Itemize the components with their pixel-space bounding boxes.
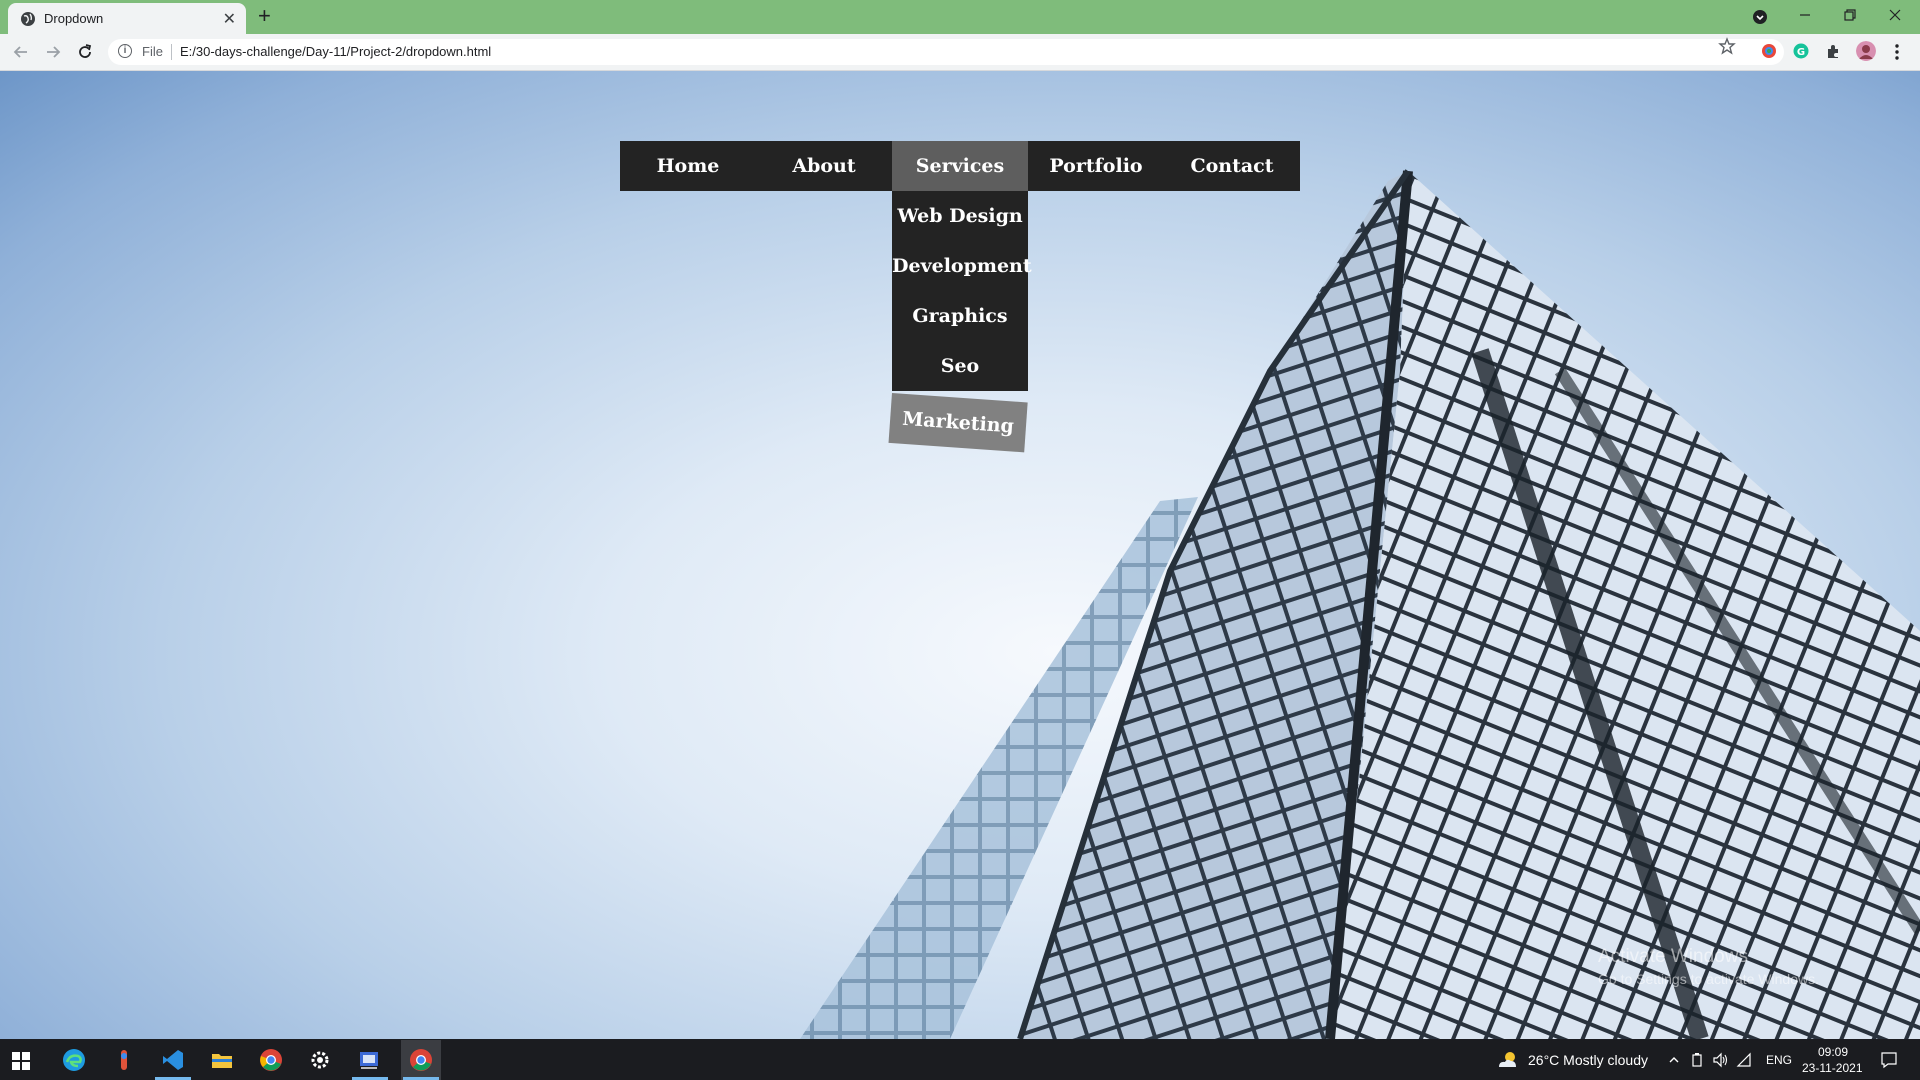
info-icon[interactable]: i xyxy=(118,44,132,58)
profile-icon[interactable] xyxy=(1856,41,1876,61)
nav-item-portfolio[interactable]: Portfolio xyxy=(1028,141,1164,191)
forward-icon[interactable] xyxy=(44,43,62,61)
weather-text[interactable]: 26°C Mostly cloudy xyxy=(1528,1052,1648,1068)
minimize-icon[interactable] xyxy=(1798,8,1812,22)
url-text[interactable]: E:/30-days-challenge/Day-11/Project-2/dr… xyxy=(180,44,491,59)
svg-text:G: G xyxy=(1797,47,1805,58)
paint-icon[interactable] xyxy=(112,1048,136,1072)
nav-item-services[interactable]: Services xyxy=(892,141,1028,191)
scheme-label: File xyxy=(142,44,163,59)
chrome-active-icon xyxy=(410,1049,432,1071)
restore-icon[interactable] xyxy=(1843,8,1857,22)
dropdown-item-graphics[interactable]: Graphics xyxy=(892,291,1028,341)
start-icon[interactable] xyxy=(12,1052,30,1070)
tab-search-icon[interactable] xyxy=(1752,9,1768,25)
dropdown-item-marketing[interactable]: Marketing xyxy=(888,393,1028,453)
globe-icon xyxy=(21,12,35,26)
windows-taskbar: 26°C Mostly cloudy ENG 09:09 23-11-2021 xyxy=(0,1040,1920,1080)
wifi-icon[interactable] xyxy=(1736,1052,1752,1068)
new-tab-button[interactable]: + xyxy=(258,3,271,29)
back-icon[interactable] xyxy=(12,43,30,61)
clock-date[interactable]: 23-11-2021 xyxy=(1802,1061,1863,1075)
main-nav: Home About Services Portfolio Contact xyxy=(620,141,1300,191)
star-icon[interactable] xyxy=(1718,37,1736,55)
nav-item-about[interactable]: About xyxy=(756,141,892,191)
dropdown-item-development[interactable]: Development xyxy=(892,241,1032,291)
activation-watermark-title: Activate Windows xyxy=(1598,946,1748,967)
nav-item-home[interactable]: Home xyxy=(620,141,756,191)
chrome-active-slot[interactable] xyxy=(401,1040,441,1080)
extension-icon[interactable] xyxy=(1825,43,1841,59)
close-tab-icon[interactable]: ✕ xyxy=(223,9,236,29)
vscode-icon[interactable] xyxy=(161,1048,185,1072)
tab-strip: Dropdown ✕ + xyxy=(0,0,1920,34)
weather-icon[interactable] xyxy=(1497,1050,1519,1070)
browser-tab[interactable]: Dropdown ✕ xyxy=(8,3,246,34)
settings-icon[interactable] xyxy=(308,1048,332,1072)
omnibox-divider xyxy=(171,44,172,60)
volume-icon[interactable] xyxy=(1712,1052,1728,1068)
more-icon[interactable] xyxy=(1894,43,1900,61)
snipping-icon[interactable] xyxy=(357,1048,381,1072)
nav-item-contact[interactable]: Contact xyxy=(1164,141,1300,191)
chrome-icon[interactable] xyxy=(259,1048,283,1072)
edge-icon[interactable] xyxy=(62,1048,86,1072)
clock-time[interactable]: 09:09 xyxy=(1818,1045,1848,1059)
file-explorer-icon[interactable] xyxy=(210,1048,234,1072)
dropdown-item-web-design[interactable]: Web Design xyxy=(892,191,1028,241)
page-viewport: Home About Services Portfolio Contact We… xyxy=(0,71,1920,1039)
grammarly-icon[interactable]: G xyxy=(1793,43,1809,59)
dropdown-item-seo[interactable]: Seo xyxy=(892,341,1028,391)
tab-title: Dropdown xyxy=(44,11,104,26)
notification-icon[interactable] xyxy=(1880,1051,1898,1069)
chevron-up-icon[interactable] xyxy=(1668,1054,1680,1066)
browser-toolbar: i File E:/30-days-challenge/Day-11/Proje… xyxy=(0,34,1920,71)
language-indicator[interactable]: ENG xyxy=(1766,1053,1792,1067)
battery-icon[interactable] xyxy=(1690,1052,1704,1068)
activation-watermark-subtitle: Go to Settings to activate Windows. xyxy=(1598,971,1819,987)
close-window-icon[interactable] xyxy=(1888,8,1902,22)
services-dropdown: Web Design Development Graphics Seo xyxy=(892,191,1032,391)
reload-icon[interactable] xyxy=(76,43,94,61)
color-extension-icon[interactable] xyxy=(1761,43,1777,59)
address-bar[interactable]: i File E:/30-days-challenge/Day-11/Proje… xyxy=(108,39,1784,65)
